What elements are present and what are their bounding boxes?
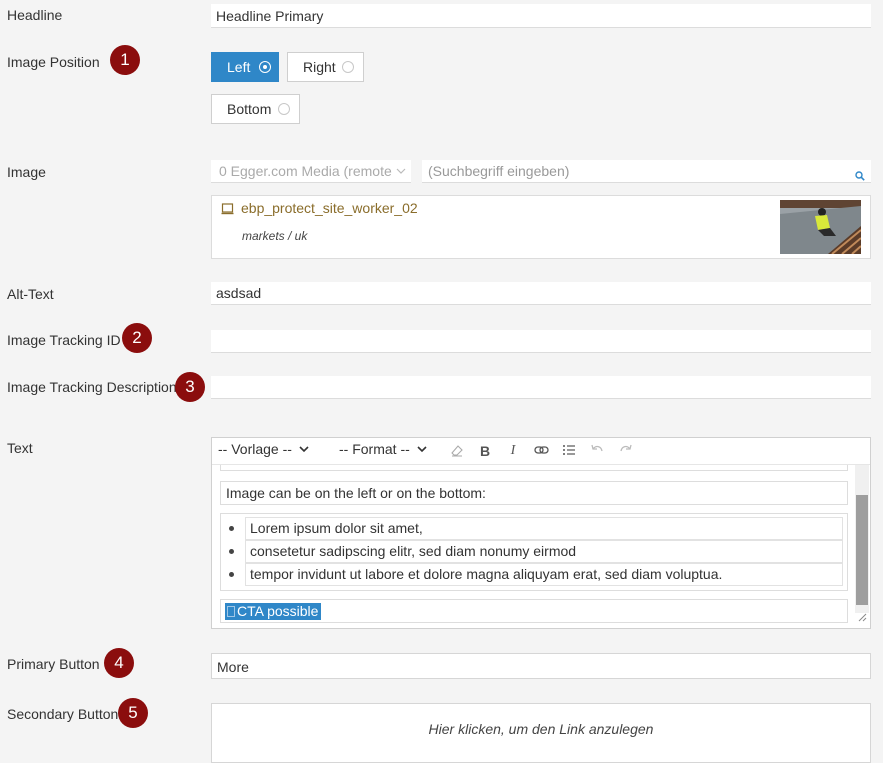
badge-2: 2: [122, 323, 152, 353]
image-tracking-id-input[interactable]: [211, 330, 871, 353]
primary-button-label: Primary Button: [7, 656, 100, 672]
media-item-name[interactable]: ebp_protect_site_worker_02: [241, 200, 418, 216]
badge-4: 4: [104, 648, 134, 678]
position-right-label: Right: [303, 59, 336, 75]
media-item-path: markets / uk: [242, 229, 308, 243]
media-source-select[interactable]: 0 Egger.com Media (remote: [211, 160, 411, 183]
editor-block-top: [220, 465, 848, 471]
chevron-down-icon: [299, 446, 309, 453]
radio-icon: [278, 103, 290, 115]
template-select[interactable]: -- Vorlage --: [218, 441, 310, 457]
editor-bullet-list[interactable]: Lorem ipsum dolor sit amet, consetetur s…: [220, 513, 848, 591]
image-tracking-description-label: Image Tracking Description: [7, 379, 177, 395]
editor-scrollbar-thumb[interactable]: [856, 495, 868, 605]
format-select-value: -- Format --: [339, 441, 410, 457]
chevron-down-icon: [395, 160, 407, 182]
media-item-icon: [221, 202, 234, 218]
editor-scrollbar[interactable]: [855, 465, 869, 613]
bullet-marker: [229, 549, 234, 554]
image-tracking-description-input[interactable]: [211, 376, 871, 399]
list-item[interactable]: tempor invidunt ut labore et dolore magn…: [245, 563, 843, 586]
editor-content[interactable]: Image can be on the left or on the botto…: [212, 465, 854, 628]
undo-icon[interactable]: [589, 443, 605, 459]
eraser-icon[interactable]: [449, 443, 465, 459]
alt-text-label: Alt-Text: [7, 286, 54, 302]
format-select[interactable]: -- Format --: [339, 441, 428, 457]
editor-cta-block[interactable]: CTA possible: [220, 599, 848, 623]
list-item[interactable]: consetetur sadipscing elitr, sed diam no…: [245, 540, 843, 563]
badge-5: 5: [118, 698, 148, 728]
position-left-label: Left: [227, 59, 251, 75]
primary-button-input[interactable]: More: [211, 653, 871, 679]
position-bottom-radio[interactable]: Bottom: [211, 94, 300, 124]
badge-3: 3: [175, 372, 205, 402]
alt-text-input[interactable]: asdsad: [211, 282, 871, 305]
bullet-marker: [229, 526, 234, 531]
position-right-radio[interactable]: Right: [287, 52, 364, 82]
image-position-label: Image Position: [7, 54, 100, 70]
image-label: Image: [7, 164, 46, 180]
radio-icon: [342, 61, 354, 73]
chevron-down-icon: [417, 446, 427, 453]
badge-1: 1: [110, 45, 140, 75]
editor-toolbar: -- Vorlage -- -- Format -- B I: [212, 438, 870, 465]
media-thumbnail: [780, 200, 861, 254]
text-label: Text: [7, 440, 33, 456]
cta-selection[interactable]: CTA possible: [225, 603, 322, 620]
media-search-input[interactable]: (Suchbegriff eingeben): [422, 160, 871, 183]
secondary-button-link-area[interactable]: Hier klicken, um den Link anzulegen: [211, 703, 871, 763]
media-search-placeholder: (Suchbegriff eingeben): [428, 163, 570, 179]
position-left-radio[interactable]: Left: [211, 52, 279, 82]
radio-icon: [259, 61, 271, 73]
redo-icon[interactable]: [618, 443, 634, 459]
media-source-value: 0 Egger.com Media (remote: [219, 163, 392, 179]
link-icon[interactable]: [533, 443, 549, 459]
rich-text-editor[interactable]: -- Vorlage -- -- Format -- B I Image can…: [211, 437, 871, 629]
secondary-button-placeholder: Hier klicken, um den Link anzulegen: [428, 721, 654, 737]
list-item[interactable]: Lorem ipsum dolor sit amet,: [245, 517, 843, 540]
list-icon[interactable]: [561, 443, 577, 459]
position-bottom-label: Bottom: [227, 101, 272, 117]
image-tracking-id-label: Image Tracking ID: [7, 332, 121, 348]
template-select-value: -- Vorlage --: [218, 441, 292, 457]
search-icon[interactable]: [855, 165, 865, 181]
bullet-marker: [229, 572, 234, 577]
cta-text: CTA possible: [237, 603, 319, 619]
headline-label: Headline: [7, 7, 63, 23]
italic-icon[interactable]: I: [505, 443, 521, 459]
secondary-button-label: Secondary Button: [7, 706, 119, 722]
media-selection[interactable]: ebp_protect_site_worker_02 markets / uk: [211, 195, 871, 259]
headline-input[interactable]: Headline Primary: [211, 4, 871, 28]
link-marker-icon: [227, 606, 235, 617]
bold-icon[interactable]: B: [477, 443, 493, 459]
editor-paragraph[interactable]: Image can be on the left or on the botto…: [220, 481, 848, 505]
resize-handle-icon[interactable]: [858, 609, 867, 625]
